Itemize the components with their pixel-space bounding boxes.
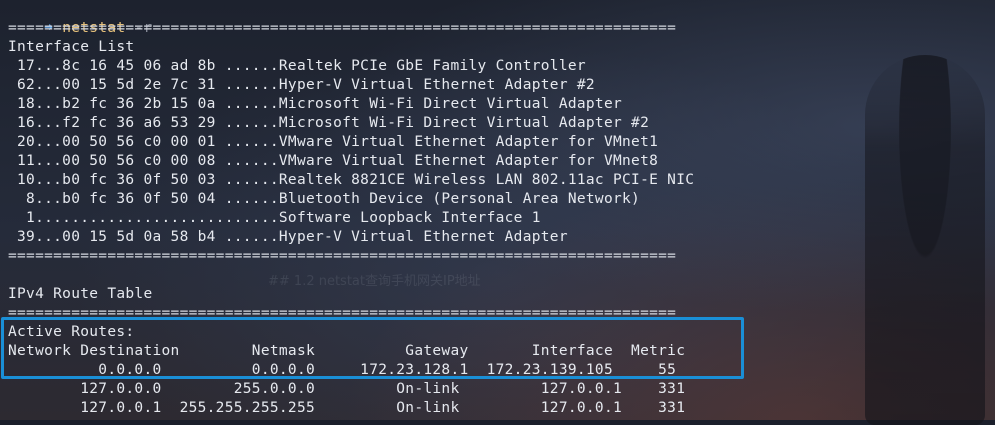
- interface-row: 8...b0 fc 36 0f 50 04 ......Bluetooth De…: [8, 191, 641, 207]
- interface-row: 39...00 15 5d 0a 58 b4 ......Hyper-V Vir…: [8, 229, 568, 245]
- command-prompt: ➜ netstat -r: [8, 0, 995, 36]
- interface-row: 10...b0 fc 36 0f 50 03 ......Realtek 882…: [8, 172, 695, 188]
- route-row: 127.0.0.1 255.255.255.255 On-link 127.0.…: [8, 400, 686, 416]
- separator-line: ========================================…: [8, 248, 677, 264]
- highlight-annotation-box: [1, 317, 744, 379]
- route-table-heading: IPv4 Route Table: [8, 286, 153, 302]
- interface-list-heading: Interface List: [8, 39, 135, 55]
- interface-row: 16...f2 fc 36 a6 53 29 ......Microsoft W…: [8, 115, 650, 131]
- route-row: 127.0.0.0 255.0.0.0 On-link 127.0.0.1 33…: [8, 381, 686, 397]
- separator-line: ========================================…: [8, 20, 677, 36]
- interface-row: 17...8c 16 45 06 ad 8b ......Realtek PCI…: [8, 58, 586, 74]
- interface-row: 20...00 50 56 c0 00 01 ......VMware Virt…: [8, 134, 659, 150]
- interface-row: 62...00 15 5d 2e 7c 31 ......Hyper-V Vir…: [8, 77, 595, 93]
- interface-row: 1...........................Software Loo…: [8, 210, 541, 226]
- interface-row: 11...00 50 56 c0 00 08 ......VMware Virt…: [8, 153, 659, 169]
- interface-row: 18...b2 fc 36 2b 15 0a ......Microsoft W…: [8, 96, 623, 112]
